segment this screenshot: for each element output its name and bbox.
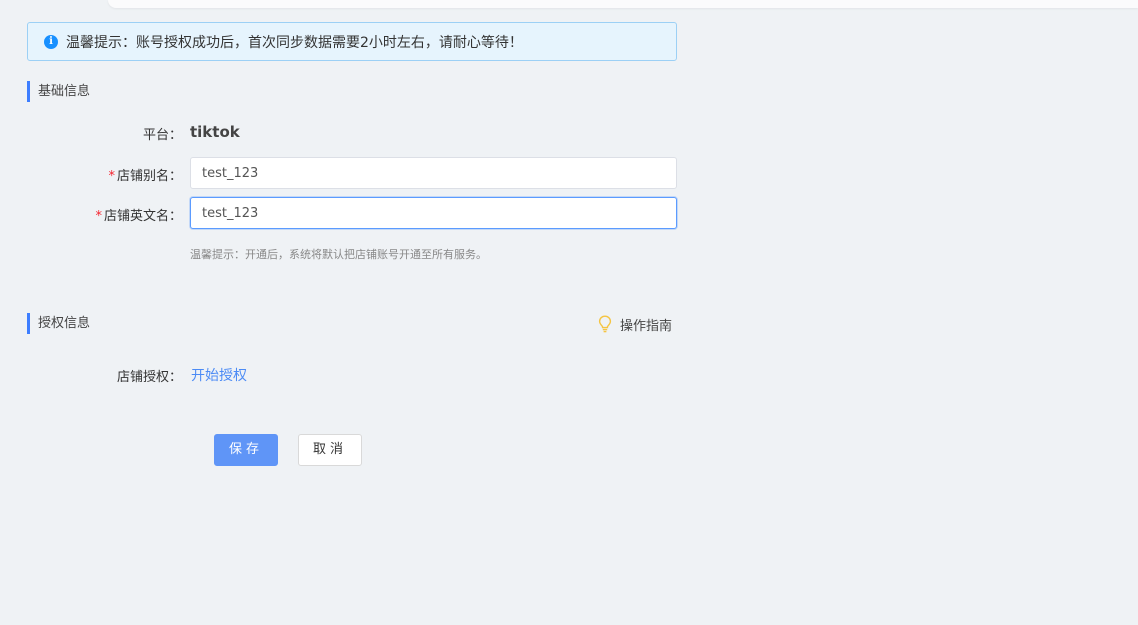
save-button[interactable]: 保存 <box>214 434 278 466</box>
store-english-name-input[interactable] <box>190 197 677 229</box>
lightbulb-icon <box>598 315 612 333</box>
operation-guide-label: 操作指南 <box>620 318 673 334</box>
operation-guide-link[interactable]: 操作指南 <box>598 314 672 334</box>
required-mark: * <box>95 209 102 224</box>
section-title-basic: 基础信息 <box>27 81 90 102</box>
info-icon: i <box>44 34 58 49</box>
alias-label: * 店铺别名： <box>0 165 182 184</box>
notice-banner: i 温馨提示：账号授权成功后，首次同步数据需要2小时左右，请耐心等待！ <box>27 22 677 61</box>
platform-value: tiktok <box>190 123 240 141</box>
start-auth-link[interactable]: 开始授权 <box>191 365 247 385</box>
alias-label-text: 店铺别名： <box>116 169 182 184</box>
platform-label: 平台： <box>142 128 182 143</box>
form-hint: 温馨提示：开通后，系统将默认把店铺账号开通至所有服务。 <box>190 248 487 261</box>
required-mark: * <box>108 169 115 184</box>
store-auth-label: 店铺授权： <box>116 370 182 385</box>
top-bar <box>108 0 1138 8</box>
notice-text: 温馨提示：账号授权成功后，首次同步数据需要2小时左右，请耐心等待！ <box>66 34 523 51</box>
english-label-text: 店铺英文名： <box>103 209 182 224</box>
top-strip <box>0 0 1138 10</box>
cancel-button[interactable]: 取消 <box>298 434 362 466</box>
section-title-auth: 授权信息 <box>27 313 90 334</box>
store-alias-input[interactable] <box>190 157 677 189</box>
english-name-label: * 店铺英文名： <box>0 205 182 224</box>
